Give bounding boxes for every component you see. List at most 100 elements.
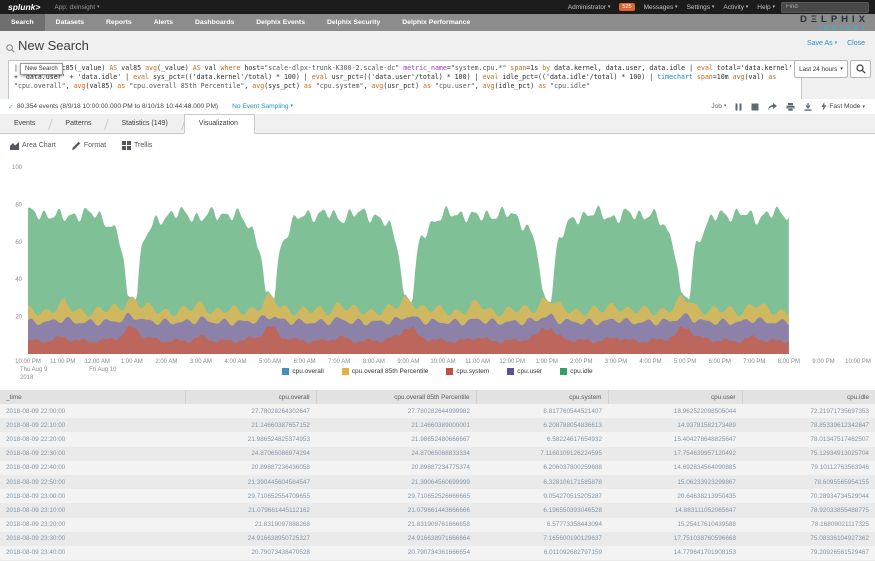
trellis-button[interactable]: Trellis (122, 141, 152, 150)
nav-item-datasets[interactable]: Datasets (45, 14, 95, 31)
event-sampling-menu[interactable]: No Event Sampling ▾ (232, 103, 293, 110)
job-done-check-icon: ✓ (8, 103, 14, 111)
legend-swatch (560, 368, 567, 375)
cell-value: 72.21971735697353 (742, 404, 875, 418)
nav-item-delphix-events[interactable]: Delphix Events (245, 14, 316, 31)
query-segment: timechart (657, 73, 693, 81)
y-axis-tick: 40 (15, 277, 22, 283)
table-row: 2018-08-09 22:40:0020.8988723643605820.8… (0, 461, 875, 475)
nav-item-delphix-performance[interactable]: Delphix Performance (391, 14, 481, 31)
stop-icon[interactable] (751, 103, 759, 111)
legend-item-cpu-overall[interactable]: cpu.overall (282, 368, 323, 375)
cell-value: 14.883111052065647 (608, 503, 742, 517)
topbar-menu-help[interactable]: Help ▾ (757, 4, 775, 11)
nav-item-reports[interactable]: Reports (95, 14, 143, 31)
share-icon[interactable] (768, 103, 777, 111)
column-header-cpu-user[interactable]: cpu.user (608, 390, 742, 404)
table-row: 2018-08-09 23:40:0020.7907343847052820.7… (0, 546, 875, 560)
chart-type-picker[interactable]: Area Chart (10, 141, 56, 150)
x-axis-tick: 9:00 PM (812, 359, 834, 365)
x-axis-tick: 3:00 AM (190, 359, 212, 365)
cell-value: 20.89887236436058 (185, 461, 316, 475)
page-title: New Search (18, 38, 89, 53)
time-range-picker[interactable]: Last 24 hours ▾ (794, 60, 848, 78)
pause-icon[interactable] (735, 103, 742, 111)
app-menu[interactable]: App: dxinsight ▾ (54, 4, 99, 11)
tab-visualization[interactable]: Visualization (184, 114, 255, 134)
column-header-cpu-overall[interactable]: cpu.overall (185, 390, 316, 404)
nav-item-alerts[interactable]: Alerts (143, 14, 184, 31)
find-input[interactable] (781, 2, 869, 13)
legend-item-cpu-system[interactable]: cpu.system (446, 368, 489, 375)
query-segment: span (510, 64, 526, 72)
x-axis-tick: 8:00 PM (778, 359, 800, 365)
nav-item-dashboards[interactable]: Dashboards (184, 14, 245, 31)
query-segment: "cpu.system" (316, 82, 364, 90)
query-segment: (val85) (85, 82, 117, 90)
topbar-menu-administrator[interactable]: Administrator ▾ (568, 4, 611, 11)
tab-patterns[interactable]: Patterns (51, 115, 107, 133)
job-menu[interactable]: Job ▾ (711, 103, 726, 110)
query-segment: metric_name (403, 64, 447, 72)
lightning-icon (821, 102, 827, 111)
delphix-wordmark: DΞLPHIX (800, 15, 869, 25)
legend-item-cpu-user[interactable]: cpu.user (507, 368, 542, 375)
legend-swatch (342, 368, 349, 375)
table-row: 2018-08-09 23:00:0029.71065255470965529.… (0, 489, 875, 503)
print-icon[interactable] (786, 103, 795, 111)
save-as-button[interactable]: Save As ▾ (807, 40, 837, 47)
x-axis-tick: 12:00 PM (499, 359, 525, 365)
topbar-menu-activity[interactable]: Activity ▾ (723, 4, 748, 11)
cell-value: 17.751038760596668 (608, 532, 742, 546)
query-segment: (idle_pct) (495, 82, 539, 90)
cell-value: 24.87065086974294 (185, 447, 316, 461)
cell-value: 21.98652480666667 (316, 432, 476, 446)
x-axis-tick: 7:00 AM (328, 359, 350, 365)
legend-item-cpu-idle[interactable]: cpu.idle (560, 368, 592, 375)
search-query-input[interactable]: | mstats perc85(_value) AS val85 avg(_va… (8, 60, 802, 102)
cell-value: 14.692834564090885 (608, 461, 742, 475)
cell-value: 21.079661445112162 (185, 503, 316, 517)
run-search-button[interactable] (850, 60, 871, 78)
column-header-cpu-system[interactable]: cpu.system (476, 390, 608, 404)
topbar-menu-settings[interactable]: Settings ▾ (687, 4, 715, 11)
app-menu-label: App: dxinsight (54, 4, 95, 11)
cell-value: 14.93781582173489 (608, 418, 742, 432)
query-segment: span (697, 73, 713, 81)
legend-label: cpu.system (456, 368, 489, 375)
query-segment: val85 (117, 64, 145, 72)
query-segment: avg (371, 82, 383, 90)
statistics-table: _timecpu.overallcpu.overall 85th Percent… (0, 390, 875, 561)
tab-statistics-149[interactable]: Statistics (149) (107, 115, 183, 133)
topbar-menu-messages[interactable]: Messages ▾ (644, 4, 678, 11)
cell-value: 29.710652526666665 (316, 489, 476, 503)
splunk-logo[interactable]: splunk> (8, 2, 40, 12)
x-axis-tick: 6:00 PM (708, 359, 730, 365)
x-axis-tick: 6:00 AM (294, 359, 316, 365)
export-icon[interactable] (804, 103, 812, 111)
cell-value: 15.404278648825647 (608, 432, 742, 446)
chevron-down-icon: ▾ (712, 4, 715, 10)
job-menu-label: Job (711, 103, 722, 110)
cell-value: 29.710652554709655 (185, 489, 316, 503)
legend-label: cpu.user (517, 368, 542, 375)
column-header-cpu-overall-85th-percentile[interactable]: cpu.overall 85th Percentile (316, 390, 476, 404)
search-mode-menu[interactable]: Fast Mode ▾ (821, 102, 865, 111)
column-header-cpu-idle[interactable]: cpu.idle (742, 390, 875, 404)
query-segment: (_value) (157, 64, 193, 72)
trellis-label: Trellis (134, 142, 152, 149)
nav-item-delphix-security[interactable]: Delphix Security (316, 14, 391, 31)
search-header: New Search Save As ▾ Close (0, 31, 875, 58)
cell-value: 24.87065088833334 (316, 447, 476, 461)
close-button[interactable]: Close (847, 40, 865, 47)
legend-item-cpu-overall-85th-percentile[interactable]: cpu.overall 85th Percentile (342, 368, 429, 375)
query-segment: avg (145, 64, 157, 72)
table-row: 2018-08-09 22:30:0024.8706508697429424.8… (0, 447, 875, 461)
column-header-time[interactable]: _time (0, 390, 185, 404)
format-button[interactable]: Format (72, 141, 106, 150)
x-axis-tick: 10:00 PM (845, 359, 871, 365)
y-axis-tick: 60 (15, 240, 22, 246)
chart-legend: cpu.overall cpu.overall 85th Percentile cp… (0, 368, 875, 375)
tab-events[interactable]: Events (0, 115, 51, 133)
nav-item-search[interactable]: Search (0, 14, 45, 31)
